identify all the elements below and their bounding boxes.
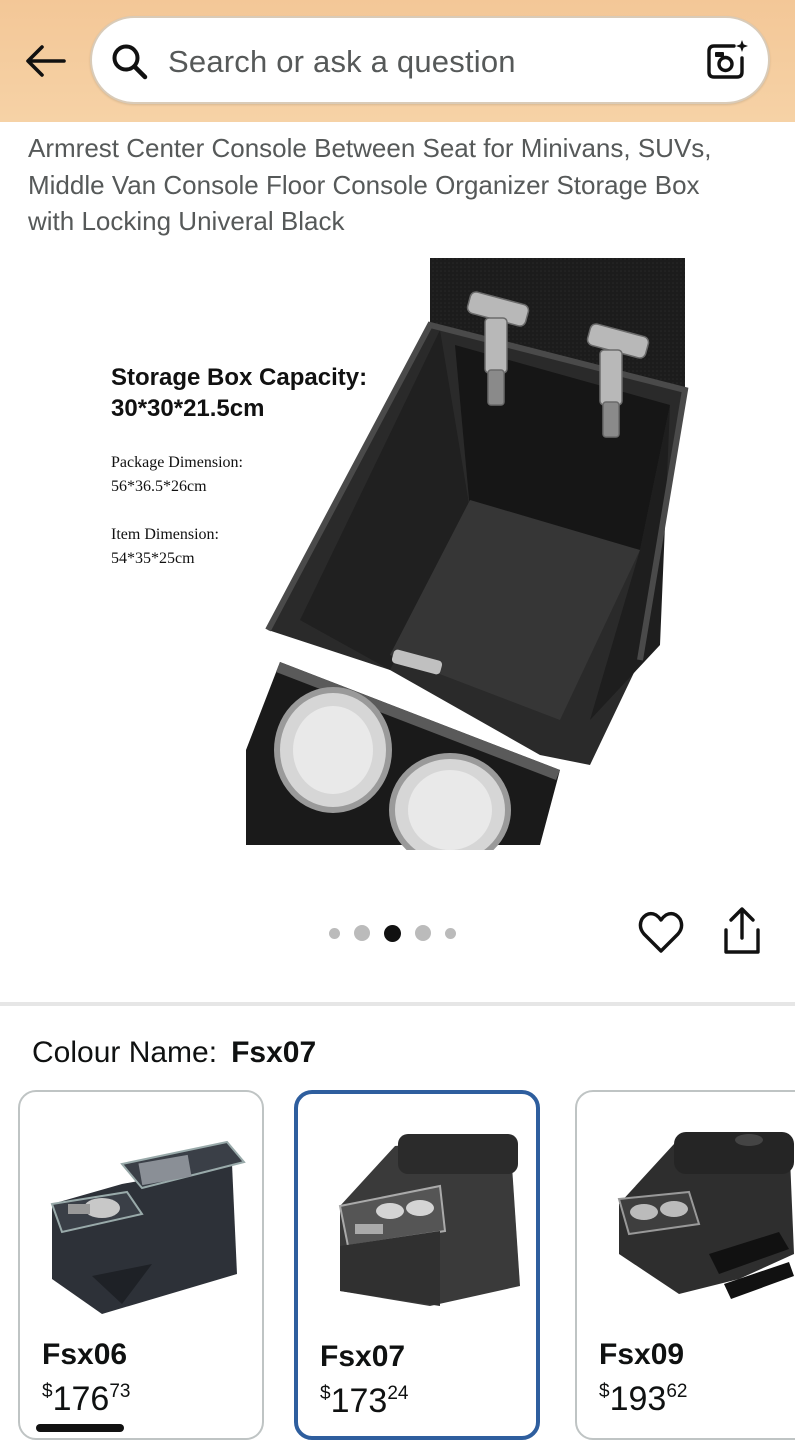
product-image[interactable]: Storage Box Capacity: 30*30*21.5cm Packa…	[0, 250, 795, 850]
pagination-dot[interactable]	[415, 925, 431, 941]
back-arrow-icon	[26, 45, 66, 77]
colour-option-card[interactable]: Fsx09 $19362	[575, 1090, 795, 1440]
share-icon[interactable]	[718, 906, 766, 958]
search-icon	[112, 44, 148, 80]
colour-label: Colour Name:	[32, 1036, 218, 1069]
pagination-dot[interactable]	[445, 927, 456, 939]
package-dimension-label: Package Dimension:	[111, 454, 243, 471]
pagination-dot-active[interactable]	[384, 924, 401, 942]
variant-name: Fsx09	[599, 1338, 685, 1371]
top-header: Search or ask a question	[0, 0, 795, 122]
variant-name: Fsx06	[42, 1338, 128, 1371]
search-input[interactable]: Search or ask a question	[168, 44, 516, 80]
colour-option-card-selected[interactable]: Fsx07 $17324	[294, 1090, 540, 1440]
package-dimension-value: 56*36.5*26cm	[111, 478, 207, 495]
product-title[interactable]: Armrest Center Console Between Seat for …	[28, 130, 748, 240]
pagination-dot[interactable]	[329, 927, 340, 939]
capacity-value: 30*30*21.5cm	[111, 395, 264, 422]
colour-option-card[interactable]: Fsx06 $17673	[18, 1090, 264, 1440]
variant-price: $17324	[320, 1382, 409, 1420]
item-dimension-value: 54*35*25cm	[111, 550, 195, 567]
colour-name-row: Colour Name: Fsx07	[32, 1036, 316, 1070]
camera-search-icon[interactable]	[704, 38, 750, 84]
variant-image	[617, 1132, 794, 1299]
item-dimension-label: Item Dimension:	[111, 526, 219, 543]
image-pagination[interactable]	[322, 920, 463, 946]
variant-price: $19362	[599, 1380, 688, 1418]
variant-price: $17673	[42, 1380, 131, 1418]
colour-selected-value: Fsx07	[231, 1036, 317, 1069]
variant-image	[338, 1134, 520, 1306]
pagination-dot[interactable]	[354, 925, 370, 941]
back-button[interactable]	[22, 40, 68, 82]
variant-name: Fsx07	[320, 1340, 406, 1373]
home-indicator	[36, 1424, 124, 1432]
variant-image	[50, 1140, 246, 1314]
heart-icon[interactable]	[636, 908, 686, 958]
capacity-heading: Storage Box Capacity:	[111, 364, 367, 391]
search-bar[interactable]: Search or ask a question	[90, 16, 770, 104]
section-divider	[0, 1002, 795, 1006]
